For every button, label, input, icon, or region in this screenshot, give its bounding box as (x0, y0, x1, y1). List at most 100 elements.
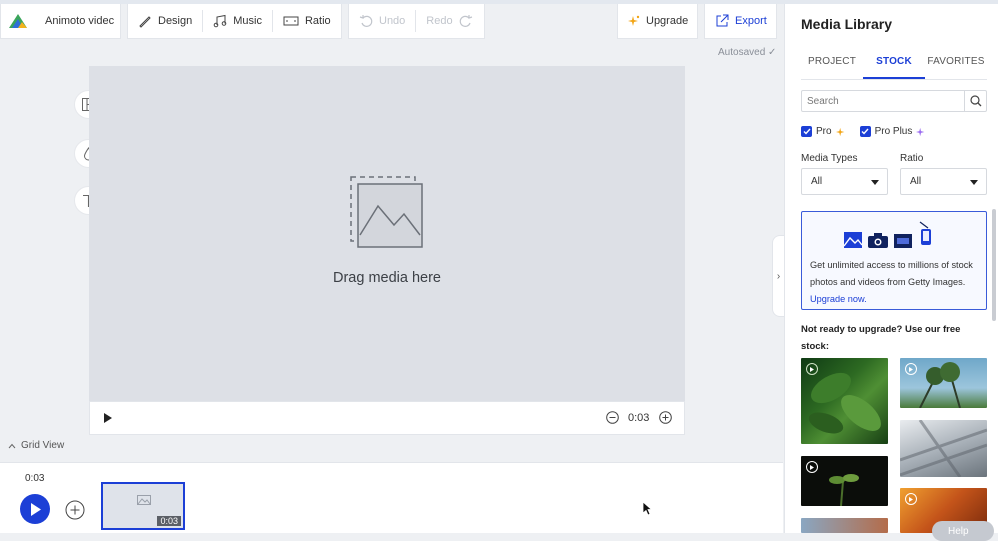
media-types-label: Media Types (801, 153, 858, 164)
camera-icon (868, 233, 888, 248)
media-tabs: PROJECT STOCK FAVORITES (801, 56, 987, 80)
chevron-up-icon (8, 443, 16, 448)
media-types-select[interactable]: All (801, 168, 888, 195)
add-block-icon[interactable] (65, 500, 85, 520)
export-group: Export (704, 4, 777, 39)
ratio-label: Ratio (304, 15, 331, 27)
pro-plus-checkbox[interactable]: Pro Plus (859, 126, 927, 137)
search-button[interactable] (964, 91, 986, 111)
video-badge-icon (905, 493, 917, 505)
media-types-value: All (811, 176, 823, 187)
toolbar: Animoto videc Design Music Ratio Undo Re… (0, 4, 783, 40)
ratio-select[interactable]: All (900, 168, 987, 195)
stock-thumbnail[interactable] (801, 358, 888, 444)
ratio-value: All (910, 176, 922, 187)
check-icon: ✓ (768, 47, 777, 58)
collapse-panel-button[interactable]: › (772, 235, 784, 317)
redo-button[interactable]: Redo (416, 4, 482, 38)
zoom-out-icon[interactable] (606, 411, 619, 424)
stock-thumbnail[interactable] (900, 358, 987, 408)
search-box (801, 90, 987, 112)
sparkle-icon (916, 127, 925, 136)
ratio-filter-label: Ratio (900, 153, 924, 164)
mouse-cursor-icon (642, 501, 652, 516)
tab-project[interactable]: PROJECT (801, 56, 863, 79)
animoto-logo[interactable] (1, 4, 35, 38)
project-group: Animoto videc (0, 4, 121, 39)
tab-stock[interactable]: STOCK (863, 56, 925, 79)
stock-thumbnail[interactable] (801, 518, 888, 533)
timeline-time: 0:03 (25, 473, 45, 484)
preview-duration: 0:03 (628, 412, 650, 424)
upgrade-label: Upgrade (646, 15, 689, 27)
history-group: Undo Redo (348, 4, 485, 39)
video-badge-icon (905, 363, 917, 375)
promo-message: Get unlimited access to millions of stoc… (810, 257, 982, 308)
sparkle-icon (835, 127, 844, 136)
panel-title: Media Library (801, 16, 893, 32)
grid-view-label: Grid View (21, 440, 65, 451)
search-input[interactable] (807, 94, 962, 108)
drag-media-text: Drag media here (333, 270, 441, 286)
sparkle-icon (628, 15, 640, 26)
stock-thumbnail[interactable] (900, 420, 987, 477)
design-label: Design (158, 15, 193, 27)
autosaved-status: Autosaved ✓ (718, 47, 776, 58)
preview-playbar: 0:03 (89, 401, 685, 435)
upgrade-now-link[interactable]: Upgrade now. (810, 294, 867, 304)
caret-down-icon (871, 180, 879, 185)
timeline: 0:03 0:03 (0, 462, 783, 533)
phone-icon (919, 221, 931, 245)
upgrade-promo: Get unlimited access to millions of stoc… (801, 211, 987, 310)
pro-checkbox[interactable]: Pro (801, 126, 846, 137)
photo-icon (844, 232, 862, 248)
video-badge-icon (806, 363, 818, 375)
music-button[interactable]: Music (203, 4, 272, 38)
ratio-icon (283, 16, 299, 26)
image-placeholder-icon (350, 176, 423, 248)
pro-label: Pro (816, 126, 832, 137)
clip-placeholder-icon (137, 495, 151, 505)
upgrade-group: Upgrade (617, 4, 698, 39)
canvas-dropzone[interactable]: Drag media here (89, 66, 685, 401)
project-name[interactable]: Animoto videc (35, 4, 124, 38)
music-label: Music (233, 15, 262, 27)
wooden-boards-image (900, 420, 987, 477)
export-button[interactable]: Export (705, 4, 777, 38)
play-icon (30, 502, 41, 516)
search-icon (969, 95, 981, 107)
panel-scrollbar[interactable] (992, 209, 996, 321)
chevron-right-icon: › (776, 270, 781, 282)
pencil-icon (139, 16, 151, 28)
checkbox-checked-icon (801, 126, 812, 137)
play-button[interactable] (20, 494, 50, 524)
help-button[interactable]: Help (932, 521, 994, 541)
license-filters: Pro Pro Plus (801, 126, 926, 137)
ratio-button[interactable]: Ratio (273, 4, 341, 38)
stock-thumbnail[interactable] (801, 456, 888, 506)
timeline-clip[interactable]: 0:03 (101, 482, 185, 530)
autosaved-label: Autosaved (718, 47, 766, 58)
film-icon (894, 234, 912, 248)
video-preview: Drag media here 0:03 (89, 66, 685, 435)
play-icon[interactable] (104, 413, 112, 423)
design-button[interactable]: Design (128, 4, 202, 38)
clip-duration: 0:03 (157, 516, 181, 526)
zoom-in-icon[interactable] (659, 411, 672, 424)
upgrade-button[interactable]: Upgrade (618, 4, 698, 38)
music-note-icon (213, 14, 227, 28)
export-label: Export (735, 15, 767, 27)
undo-icon (359, 15, 373, 27)
tab-favorites[interactable]: FAVORITES (925, 56, 987, 79)
caret-down-icon (970, 180, 978, 185)
pro-plus-label: Pro Plus (874, 126, 913, 137)
free-stock-heading: Not ready to upgrade? Use our free stock… (801, 324, 961, 352)
media-library-panel: Media Library PROJECT STOCK FAVORITES Pr… (784, 4, 998, 533)
undo-button[interactable]: Undo (349, 4, 415, 38)
redo-label: Redo (426, 15, 453, 27)
promo-text: Get unlimited access to millions of stoc… (810, 260, 973, 287)
grid-view-toggle[interactable]: Grid View (8, 440, 64, 451)
export-icon (716, 14, 729, 27)
help-label: Help (948, 526, 969, 537)
animoto-logo-icon (9, 14, 27, 28)
